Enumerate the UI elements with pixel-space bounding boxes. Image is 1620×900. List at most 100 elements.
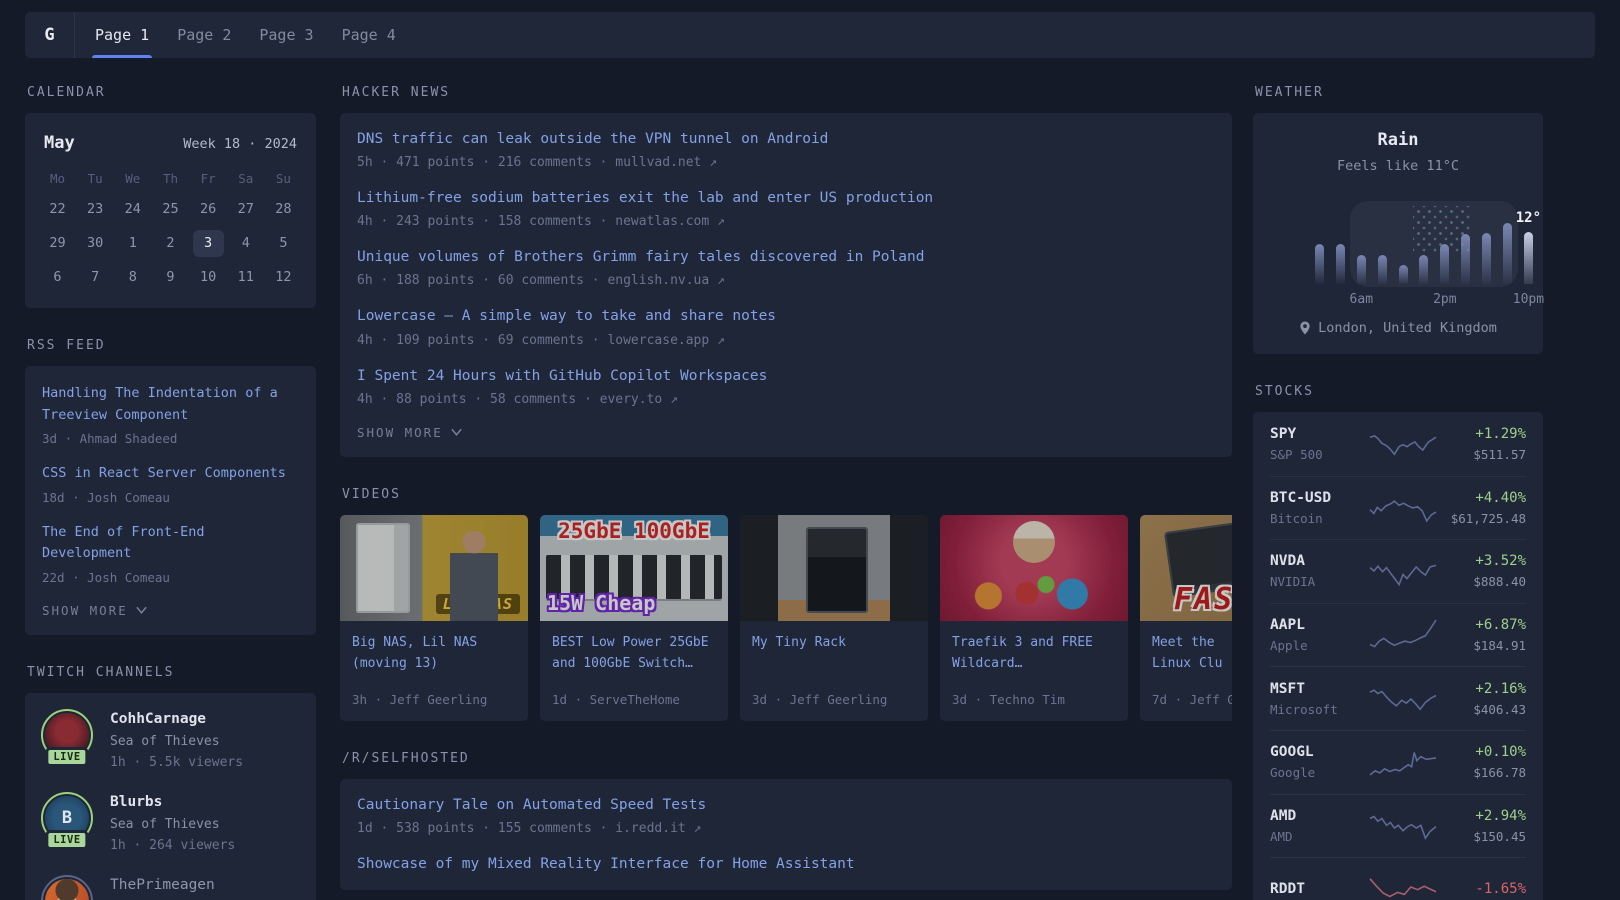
stock-row[interactable]: BTC-USD Bitcoin +4.40% $61,725.48 xyxy=(1270,476,1526,540)
calendar-weekday: Su xyxy=(268,169,299,189)
stock-change-percent: +4.40% xyxy=(1438,490,1526,506)
stock-sparkline xyxy=(1368,618,1438,652)
video-thumbnail: LIL NAS xyxy=(340,515,528,621)
rss-item-title[interactable]: CSS in React Server Components xyxy=(42,463,299,485)
weather-header: WEATHER xyxy=(1255,85,1543,100)
reddit-item-title[interactable]: Showcase of my Mixed Reality Interface f… xyxy=(357,855,1215,873)
sparkline-path xyxy=(1370,566,1436,585)
video-title-line[interactable]: BEST Low Power 25GbE xyxy=(552,632,716,653)
rss-widget: RSS FEED Handling The Indentation of a T… xyxy=(25,338,316,635)
stock-row[interactable]: AMD AMD +2.94% $150.45 xyxy=(1270,794,1526,858)
video-meta: 3h · Jeff Geerling xyxy=(352,692,516,707)
reddit-item-title[interactable]: Cautionary Tale on Automated Speed Tests xyxy=(357,796,1215,814)
rss-item-meta: 22d · Josh Comeau xyxy=(42,570,299,585)
stock-name: Bitcoin xyxy=(1270,511,1368,526)
video-title-line[interactable]: My Tiny Rack xyxy=(752,632,916,653)
video-card[interactable]: 25GbE 100GbE15W Cheap BEST Low Power 25G… xyxy=(540,515,728,721)
chevron-down-icon xyxy=(135,605,148,615)
hackernews-item-title[interactable]: Lowercase – A simple way to take and sha… xyxy=(357,307,1215,325)
app-logo[interactable]: G xyxy=(25,12,75,58)
nav-tab[interactable]: Page 4 xyxy=(341,12,397,58)
hackernews-widget: HACKER NEWS DNS traffic can leak outside… xyxy=(340,85,1232,457)
calendar-date: 3 xyxy=(193,230,224,257)
live-badge: LIVE xyxy=(45,747,88,767)
stock-row[interactable]: GOOGL Google +0.10% $166.78 xyxy=(1270,730,1526,794)
stock-change-percent: +0.10% xyxy=(1438,744,1526,760)
stock-row[interactable]: MSFT Microsoft +2.16% $406.43 xyxy=(1270,666,1526,730)
stock-values: +2.16% $406.43 xyxy=(1438,681,1526,717)
hackernews-item: I Spent 24 Hours with GitHub Copilot Wor… xyxy=(357,367,1215,407)
weather-hourly-chart: 6am 2 xyxy=(1315,204,1533,284)
calendar-date: 28 xyxy=(268,196,299,223)
thumbnail-overlay-text: FAS xyxy=(1174,582,1232,617)
hackernews-show-more-button[interactable]: SHOW MORE xyxy=(357,425,1215,440)
video-title-line[interactable]: Meet the xyxy=(1152,632,1232,653)
stock-row[interactable]: NVDA NVIDIA +3.52% $888.40 xyxy=(1270,539,1526,603)
video-title-line[interactable]: Linux Clu xyxy=(1152,653,1232,674)
video-title-line[interactable]: Traefik 3 and FREE xyxy=(952,632,1116,653)
stock-name: AMD xyxy=(1270,829,1368,844)
hackernews-item-title[interactable]: Lithium-free sodium batteries exit the l… xyxy=(357,189,1215,207)
stock-row[interactable]: AAPL Apple +6.87% $184.91 xyxy=(1270,603,1526,667)
video-title-line[interactable]: Big NAS, Lil NAS xyxy=(352,632,516,653)
video-body: My Tiny Rack 3d · Jeff Geerling xyxy=(740,621,928,721)
stock-values: +2.94% $150.45 xyxy=(1438,808,1526,844)
nav-tab[interactable]: Page 1 xyxy=(94,12,150,58)
stock-ticker: GOOGL xyxy=(1270,744,1368,760)
rss-item-title[interactable]: Handling The Indentation of a Treeview C… xyxy=(42,383,299,426)
calendar-date: 7 xyxy=(80,264,111,291)
stock-change-percent: +2.94% xyxy=(1438,808,1526,824)
calendar-date: 30 xyxy=(80,230,111,257)
video-body: Traefik 3 and FREEWildcard… 3d · Techno … xyxy=(940,621,1128,721)
nav-tab[interactable]: Page 2 xyxy=(176,12,232,58)
weather-temp-bar: 12° 10pm xyxy=(1524,232,1533,284)
nav-tab[interactable]: Page 3 xyxy=(258,12,314,58)
videos-row: LIL NAS Big NAS, Lil NAS(moving 13) 3h ·… xyxy=(340,515,1232,721)
video-title-line[interactable]: (moving 13) xyxy=(352,653,516,674)
twitch-channel-info: CohhCarnage Sea of Thieves 1h · 5.5k vie… xyxy=(110,710,243,770)
rss-show-more-button[interactable]: SHOW MORE xyxy=(42,603,299,618)
avatar-initial: B xyxy=(62,808,72,828)
sparkline-path xyxy=(1370,816,1436,838)
video-body: Meet theLinux Clu 7d · Jeff Geerling xyxy=(1140,621,1232,721)
twitch-channel-row[interactable]: LIVE ThePrimeagen xyxy=(42,876,299,900)
twitch-channel-name: Blurbs xyxy=(110,794,235,810)
weather-temp-bar: 2pm xyxy=(1440,244,1449,284)
hackernews-item: Unique volumes of Brothers Grimm fairy t… xyxy=(357,248,1215,288)
weather-temp-bar xyxy=(1315,244,1324,284)
sparkline-chart xyxy=(1370,491,1436,525)
video-title-line[interactable]: and 100GbE Switch… xyxy=(552,653,716,674)
stock-id: GOOGL Google xyxy=(1270,744,1368,780)
calendar-date: 8 xyxy=(117,264,148,291)
video-title-line[interactable]: Wildcard… xyxy=(952,653,1116,674)
twitch-channel-row[interactable]: LIVE CohhCarnage Sea of Thieves 1h · 5.5… xyxy=(42,710,299,770)
rss-card: Handling The Indentation of a Treeview C… xyxy=(25,366,316,635)
video-card[interactable]: Traefik 3 and FREEWildcard… 3d · Techno … xyxy=(940,515,1128,721)
nav-tab-label: Page 3 xyxy=(259,26,313,44)
stock-sparkline xyxy=(1368,872,1438,900)
video-thumbnail: FAS xyxy=(1140,515,1232,621)
sparkline-path xyxy=(1370,879,1436,897)
stock-row[interactable]: RDDT -1.65% xyxy=(1270,857,1526,900)
hackernews-item-title[interactable]: DNS traffic can leak outside the VPN tun… xyxy=(357,130,1215,148)
stock-row[interactable]: SPY S&P 500 +1.29% $511.57 xyxy=(1270,412,1526,476)
calendar-card: May Week 18 · 2024 MoTuWeThFrSaSu 222324… xyxy=(25,113,316,308)
dashboard-page: G Page 1 Page 2 Page 3 Page 4 xyxy=(0,0,1620,900)
hackernews-item-title[interactable]: Unique volumes of Brothers Grimm fairy t… xyxy=(357,248,1215,266)
video-card[interactable]: LIL NAS Big NAS, Lil NAS(moving 13) 3h ·… xyxy=(340,515,528,721)
thumbnail-overlays xyxy=(740,515,928,621)
weather-hour-label: 2pm xyxy=(1433,292,1456,307)
video-card[interactable]: My Tiny Rack 3d · Jeff Geerling xyxy=(740,515,928,721)
calendar-date-row: 6789101112 xyxy=(42,264,299,291)
weather-temp-bar xyxy=(1419,255,1428,284)
rss-list: Handling The Indentation of a Treeview C… xyxy=(42,383,299,585)
stock-id: SPY S&P 500 xyxy=(1270,426,1368,462)
hackernews-item-title[interactable]: I Spent 24 Hours with GitHub Copilot Wor… xyxy=(357,367,1215,385)
calendar-date-row: 293012345 xyxy=(42,230,299,257)
rss-item-title[interactable]: The End of Front-End Development xyxy=(42,522,299,565)
calendar-date: 11 xyxy=(230,264,261,291)
video-card[interactable]: FAS Meet theLinux Clu 7d · Jeff Geerling xyxy=(1140,515,1232,721)
video-meta: 1d · ServeTheHome xyxy=(552,692,716,707)
twitch-channel-row[interactable]: B LIVE Blurbs Sea of Thieves 1h · 264 vi… xyxy=(42,793,299,853)
stock-name: Apple xyxy=(1270,638,1368,653)
